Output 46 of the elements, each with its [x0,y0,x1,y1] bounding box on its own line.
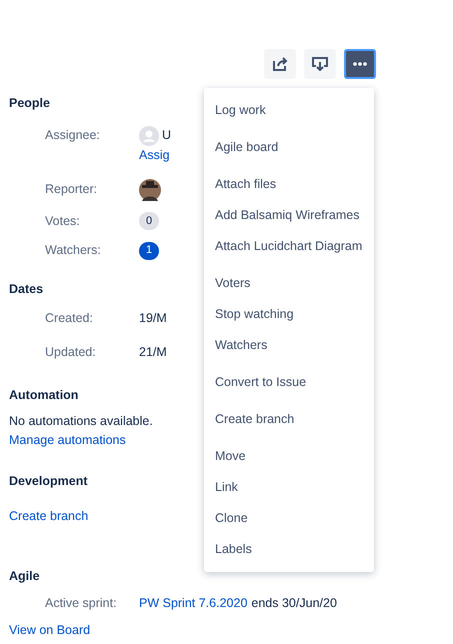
menu-item[interactable]: Link [204,472,374,503]
link[interactable]: Create branch [9,507,88,526]
field-label: Assignee: [44,126,101,144]
section-heading: Automation [9,387,78,404]
menu-item[interactable]: Convert to Issue [204,367,374,398]
sprint-end: ends 30/Jun/20 [251,594,337,612]
menu-item[interactable]: Attach Lucidchart Diagram [204,231,374,262]
menu-item[interactable]: Log work [204,95,374,126]
menu-item[interactable]: Create branch [204,404,374,435]
menu-item[interactable]: Stop watching [204,299,374,330]
field-label: Votes: [44,212,81,230]
info-text: No automations available. [9,413,153,430]
avatar-icon [139,178,161,200]
download-icon [312,57,328,71]
more-icon [353,62,367,66]
assignee-name: U [162,127,172,144]
menu-item[interactable]: Voters [204,268,374,299]
menu-item[interactable]: Watchers [204,330,374,361]
menu-item[interactable]: Attach files [204,169,374,200]
menu-item[interactable]: Move [204,441,374,472]
field-label: Reporter: [44,181,98,198]
field-label: Created: [44,310,94,327]
count-badge: 0 [139,212,159,230]
avatar-icon [139,126,159,146]
link[interactable]: Assig [139,146,170,164]
share-icon [272,57,288,71]
section-heading: People [9,95,50,112]
field-label: Active sprint: [44,594,118,612]
date-value: 19/M [139,310,167,327]
link[interactable]: View on Board [9,620,90,640]
export-button[interactable] [304,49,336,79]
link[interactable]: Manage automations [9,430,126,450]
field-label: Watchers: [44,242,102,260]
menu-item[interactable]: Add Balsamiq Wireframes [204,200,374,231]
link[interactable]: PW Sprint 7.6.2020 [139,594,248,612]
share-button[interactable] [264,49,296,79]
count-badge: 1 [139,242,159,260]
menu-item[interactable]: Clone [204,503,374,534]
section-heading: Development [9,472,88,490]
field-label: Updated: [44,344,97,361]
more-button[interactable] [344,49,376,79]
menu-item[interactable]: Labels [204,534,374,565]
menu-item[interactable]: Agile board [204,132,374,163]
section-heading: Agile [9,568,40,585]
section-heading: Dates [9,281,44,298]
date-value: 21/M [139,344,167,360]
